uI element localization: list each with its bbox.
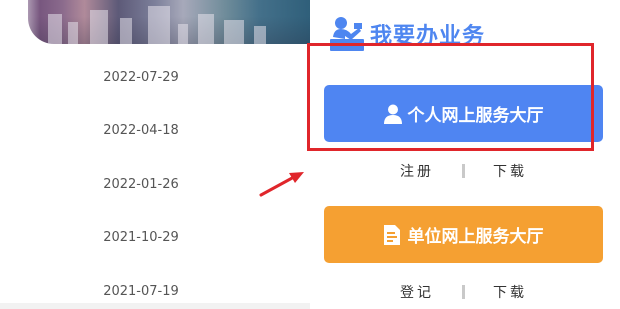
link-separator	[462, 164, 465, 178]
divider	[0, 303, 310, 309]
document-icon	[383, 224, 402, 245]
register-link[interactable]: 注册	[400, 161, 434, 181]
unit-hall-links: 登记 下载	[324, 281, 603, 303]
link-separator	[462, 285, 465, 299]
news-date: 2021-10-29	[103, 230, 179, 245]
annotation-arrow-icon	[259, 172, 304, 197]
personal-hall-links: 注册 下载	[324, 160, 603, 182]
banner-image	[0, 0, 310, 44]
news-date: 2021-07-19	[103, 284, 179, 299]
unit-hall-label: 单位网上服务大厅	[407, 227, 544, 247]
news-date: 2022-01-26	[103, 177, 179, 192]
news-date: 2022-04-18	[103, 123, 179, 138]
annotation-highlight-box	[307, 43, 594, 151]
unit-hall-button[interactable]: 单位网上服务大厅	[324, 206, 603, 263]
login-link[interactable]: 登记	[400, 282, 434, 302]
download-link[interactable]: 下载	[493, 161, 527, 181]
news-date: 2022-07-29	[103, 70, 179, 85]
download-link[interactable]: 下载	[493, 282, 527, 302]
news-column: 2022-07-29 2022-04-18 2022-01-26 2021-10…	[0, 0, 310, 309]
